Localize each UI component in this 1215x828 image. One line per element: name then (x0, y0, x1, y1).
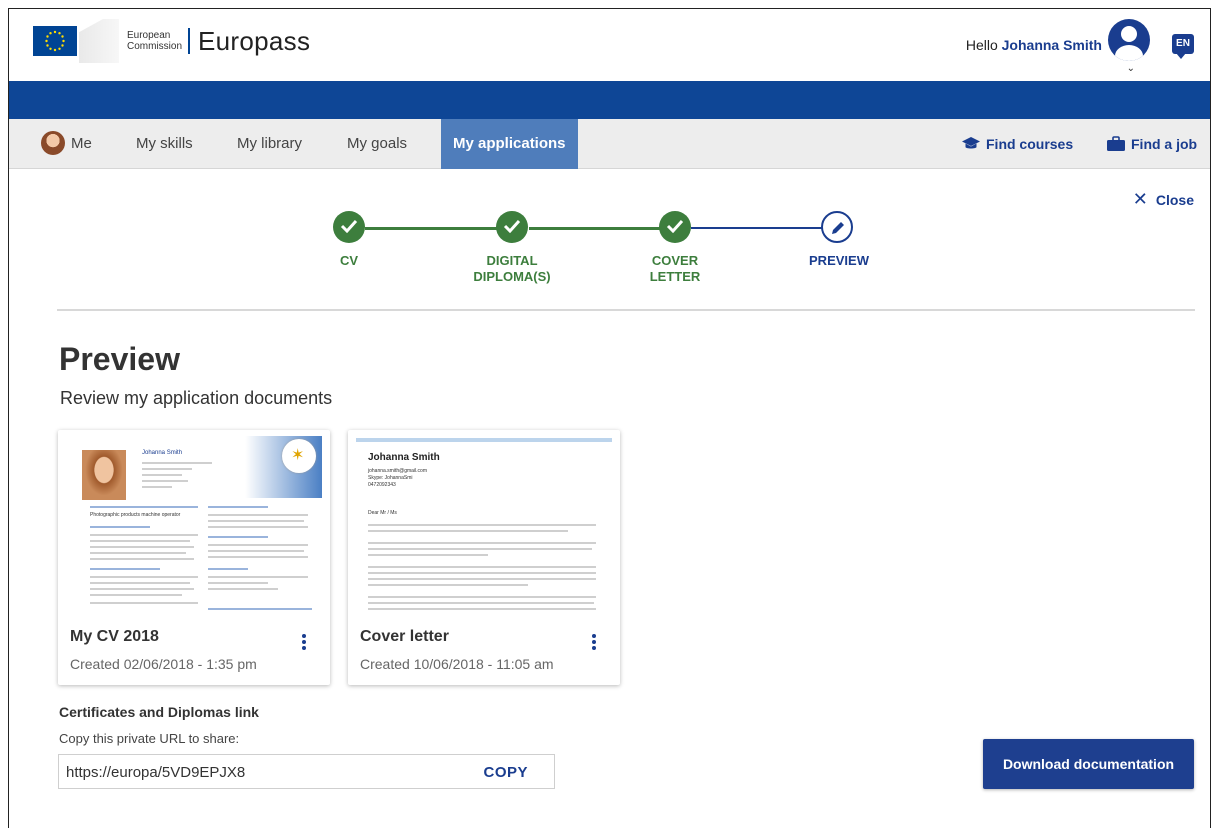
find-courses-label: Find courses (986, 136, 1074, 152)
nav-item-my-goals[interactable]: My goals (347, 119, 407, 169)
header-band (9, 81, 1210, 119)
letter-greeting: Dear Mr / Ms (368, 510, 397, 516)
document-created-date: Created 02/06/2018 - 1:35 pm (70, 656, 257, 672)
nav-label: Me (71, 135, 92, 152)
eu-flag-icon (33, 26, 77, 56)
document-card-cv[interactable]: Johanna Smith Photographic products mach… (58, 430, 330, 685)
cv-photo (82, 450, 126, 500)
step-label-digital-diplomas: DIGITAL DIPLOMA(S) (473, 253, 551, 284)
step-connector (365, 227, 503, 230)
briefcase-icon (1107, 135, 1125, 151)
graduation-cap-icon (962, 136, 980, 149)
cv-thumbnail[interactable]: Johanna Smith Photographic products mach… (66, 436, 322, 616)
commission-building-icon (79, 19, 119, 63)
step-label-cv: CV (339, 253, 359, 268)
greeting-text: Hello (965, 37, 998, 53)
find-job-link[interactable]: Find a job (1106, 119, 1197, 169)
ec-line-1: European (127, 30, 171, 41)
certificates-subtitle: Copy this private URL to share: (59, 731, 240, 746)
application-stepper: CV DIGITAL DIPLOMA(S) COVER LETTER PREVI… (9, 207, 1210, 297)
certificates-title: Certificates and Diplomas link (59, 704, 259, 720)
download-documentation-button[interactable]: Download documentation (983, 739, 1194, 789)
step-label-preview: PREVIEW (809, 253, 869, 268)
copy-button[interactable]: COPY (483, 764, 528, 781)
share-url-field[interactable]: https://europa/5VD9EPJX8 COPY (58, 754, 555, 789)
step-connector (691, 227, 825, 229)
avatar (41, 130, 65, 155)
step-preview[interactable] (821, 211, 853, 243)
document-card-cover-letter[interactable]: Johanna Smith johanna.smith@gmail.com Sk… (348, 430, 620, 685)
main-nav: Me My skills My library My goals My appl… (9, 119, 1210, 169)
close-label: Close (1155, 192, 1194, 208)
document-title: Cover letter (360, 628, 449, 645)
europass-star-icon (282, 439, 316, 473)
cv-thumbnail-role: Photographic products machine operator (90, 512, 181, 518)
step-cover-letter[interactable] (659, 211, 691, 243)
nav-item-my-applications[interactable]: My applications (441, 119, 578, 169)
nav-item-me[interactable]: Me (41, 119, 92, 169)
document-title: My CV 2018 (70, 628, 159, 645)
user-name: Johanna Smith (1001, 37, 1102, 53)
ec-line-2: Commission (127, 41, 183, 52)
cv-thumbnail-name: Johanna Smith (142, 450, 183, 456)
step-cv[interactable] (333, 211, 365, 243)
chevron-down-icon[interactable]: ⌄ (1127, 63, 1135, 74)
cover-letter-thumbnail[interactable]: Johanna Smith johanna.smith@gmail.com Sk… (356, 436, 612, 616)
user-greeting: Hello Johanna Smith (966, 37, 1102, 53)
step-connector (529, 227, 663, 230)
letter-phone: 0472092343 (368, 482, 396, 488)
commission-label: European Commission (127, 30, 182, 52)
european-commission-logo[interactable]: European Commission Europass (33, 19, 310, 63)
letter-skype: Skype: JohannaSmi (368, 475, 413, 481)
more-options-icon[interactable] (592, 634, 596, 652)
step-digital-diplomas[interactable] (496, 211, 528, 243)
section-divider (57, 309, 1195, 311)
share-url-value[interactable]: https://europa/5VD9EPJX8 (66, 764, 245, 781)
document-created-date: Created 10/06/2018 - 11:05 am (360, 656, 554, 672)
logo-separator (188, 28, 191, 54)
letter-thumbnail-name: Johanna Smith (368, 452, 440, 463)
page-subtitle: Review my application documents (60, 388, 333, 408)
find-job-label: Find a job (1131, 136, 1198, 152)
language-selector[interactable]: EN (1172, 34, 1194, 59)
page-title: Preview (59, 341, 180, 377)
step-label-cover-letter: COVER LETTER (649, 253, 701, 284)
check-icon (666, 219, 684, 233)
user-account-icon[interactable] (1108, 19, 1150, 61)
europass-window: European Commission Europass Hello Johan… (8, 8, 1211, 828)
site-header: European Commission Europass Hello Johan… (9, 9, 1210, 81)
letter-header-bar (356, 438, 612, 442)
letter-contact: johanna.smith@gmail.com Skype: JohannaSm… (368, 468, 427, 489)
pencil-icon (832, 222, 844, 234)
nav-item-my-library[interactable]: My library (237, 119, 302, 169)
find-courses-link[interactable]: Find courses (961, 119, 1073, 169)
close-icon: ✕ (1132, 189, 1148, 209)
check-icon (340, 219, 358, 233)
brand-name: Europass (198, 25, 311, 56)
nav-item-my-skills[interactable]: My skills (136, 119, 193, 169)
more-options-icon[interactable] (302, 634, 306, 652)
letter-email: johanna.smith@gmail.com (368, 468, 427, 474)
check-icon (503, 219, 521, 233)
